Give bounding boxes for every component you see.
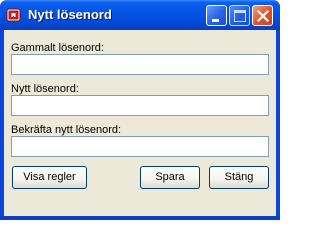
window-title: Nytt lösenord — [28, 7, 112, 22]
window-bottom-border — [0, 216, 280, 220]
maximize-icon — [234, 10, 246, 22]
maximize-button[interactable] — [229, 5, 250, 26]
show-rules-button[interactable]: Visa regler — [12, 166, 87, 189]
dialog-client-area: Gammalt lösenord: Nytt lösenord: Bekräft… — [4, 30, 276, 216]
new-password-label: Nytt lösenord: — [11, 83, 79, 95]
close-button[interactable]: Stäng — [209, 166, 269, 189]
title-bar[interactable]: Nytt lösenord — [0, 0, 280, 30]
close-icon — [256, 9, 270, 23]
new-password-input[interactable] — [11, 95, 269, 116]
save-button[interactable]: Spara — [140, 166, 200, 189]
close-window-button[interactable] — [252, 5, 273, 26]
confirm-password-input[interactable] — [11, 136, 269, 157]
minimize-button[interactable] — [206, 5, 227, 26]
key-lock-icon — [6, 7, 22, 23]
confirm-password-label: Bekräfta nytt lösenord: — [11, 124, 122, 136]
old-password-input[interactable] — [11, 54, 269, 75]
old-password-label: Gammalt lösenord: — [11, 42, 104, 54]
password-dialog-window: Nytt lösenord Gammalt lösenord: Nytt lös… — [0, 0, 280, 220]
minimize-icon — [212, 19, 219, 22]
